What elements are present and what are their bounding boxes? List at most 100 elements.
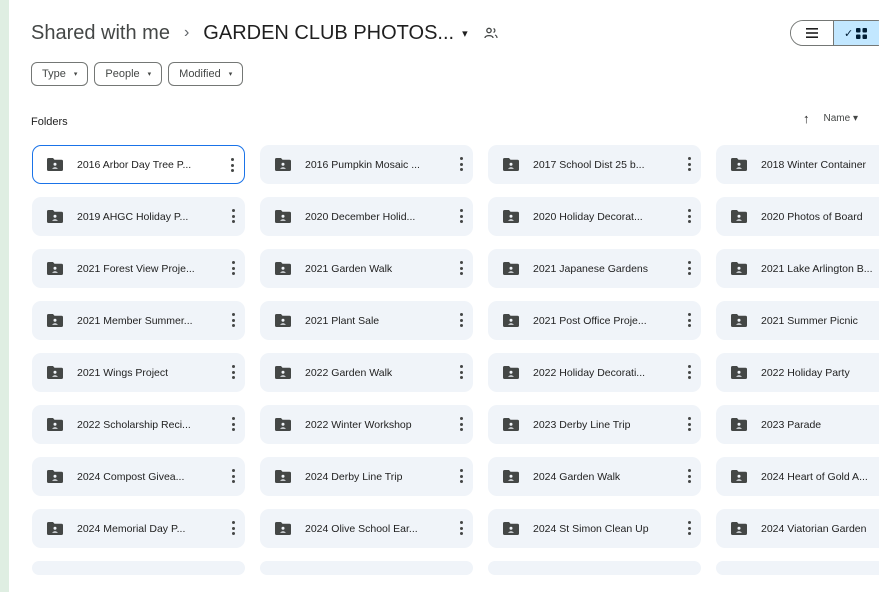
more-actions-icon[interactable]	[232, 521, 235, 535]
folder-name: 2024 Garden Walk	[533, 470, 621, 483]
folder-tile[interactable]: 2021 Japanese Gardens	[488, 249, 701, 288]
folder-tile[interactable]: 2021 Member Summer...	[32, 301, 245, 340]
folder-tile[interactable]: 2020 Photos of Board	[716, 197, 879, 236]
folder-tile[interactable]: 2020 Holiday Decorat...	[488, 197, 701, 236]
folder-tile[interactable]: 2022 Winter Workshop	[260, 405, 473, 444]
folder-tile-partial[interactable]	[488, 561, 701, 575]
more-actions-icon[interactable]	[688, 261, 691, 275]
shared-folder-icon	[275, 210, 291, 223]
more-actions-icon[interactable]	[460, 365, 463, 379]
folder-tile[interactable]: 2017 School Dist 25 b...	[488, 145, 701, 184]
folder-name: 2016 Arbor Day Tree P...	[77, 158, 192, 171]
shared-people-icon[interactable]	[483, 26, 498, 40]
folder-tile[interactable]: 2020 December Holid...	[260, 197, 473, 236]
shared-folder-icon	[731, 262, 747, 275]
people-filter-chip[interactable]: People ▾	[94, 62, 163, 86]
folder-tile[interactable]: 2024 Heart of Gold A...	[716, 457, 879, 496]
breadcrumb-shared-with-me[interactable]: Shared with me	[31, 22, 170, 45]
more-actions-icon[interactable]	[688, 521, 691, 535]
folder-tile-partial[interactable]	[32, 561, 245, 575]
folder-tile[interactable]: 2022 Holiday Party	[716, 353, 879, 392]
folder-tile-partial[interactable]	[716, 561, 879, 575]
more-actions-icon[interactable]	[460, 209, 463, 223]
folder-tile[interactable]: 2021 Forest View Proje...	[32, 249, 245, 288]
more-actions-icon[interactable]	[460, 157, 463, 171]
more-actions-icon[interactable]	[232, 469, 235, 483]
folder-tile[interactable]: 2023 Parade	[716, 405, 879, 444]
more-actions-icon[interactable]	[460, 313, 463, 327]
folder-tile-partial[interactable]	[260, 561, 473, 575]
more-actions-icon[interactable]	[460, 417, 463, 431]
folder-name: 2021 Summer Picnic	[761, 314, 858, 327]
sort-direction-arrow-icon[interactable]: ↑	[803, 111, 810, 126]
folders-section-heading: Folders	[31, 116, 68, 128]
shared-folder-icon	[47, 314, 63, 327]
shared-folder-icon	[47, 418, 63, 431]
list-view-button[interactable]	[791, 21, 834, 45]
more-actions-icon[interactable]	[688, 313, 691, 327]
more-actions-icon[interactable]	[688, 209, 691, 223]
more-actions-icon[interactable]	[232, 313, 235, 327]
folder-tile[interactable]: 2024 Derby Line Trip	[260, 457, 473, 496]
more-actions-icon[interactable]	[232, 365, 235, 379]
more-actions-icon[interactable]	[460, 521, 463, 535]
sort-label: Name	[823, 113, 851, 124]
shared-folder-icon	[503, 262, 519, 275]
more-actions-icon[interactable]	[460, 261, 463, 275]
folder-name: 2024 Viatorian Garden	[761, 522, 867, 535]
shared-folder-icon	[731, 314, 747, 327]
folder-tile[interactable]: 2021 Garden Walk	[260, 249, 473, 288]
more-actions-icon[interactable]	[688, 157, 691, 171]
more-actions-icon[interactable]	[688, 365, 691, 379]
folder-tile[interactable]: 2024 Olive School Ear...	[260, 509, 473, 548]
folder-tile[interactable]: 2024 Memorial Day P...	[32, 509, 245, 548]
folder-menu-caret-icon[interactable]: ▾	[462, 27, 468, 40]
modified-filter-chip[interactable]: Modified ▾	[168, 62, 244, 86]
folder-tile[interactable]: 2024 Garden Walk	[488, 457, 701, 496]
folder-name: 2024 Memorial Day P...	[77, 522, 186, 535]
folder-tile[interactable]: 2022 Holiday Decorati...	[488, 353, 701, 392]
more-actions-icon[interactable]	[688, 417, 691, 431]
breadcrumb-current-folder[interactable]: GARDEN CLUB PHOTOS...	[203, 22, 454, 45]
folder-name: 2017 School Dist 25 b...	[533, 158, 645, 171]
folder-tile[interactable]: 2019 AHGC Holiday P...	[32, 197, 245, 236]
folder-name: 2024 Heart of Gold A...	[761, 470, 868, 483]
people-filter-label: People	[105, 68, 140, 80]
more-actions-icon[interactable]	[688, 469, 691, 483]
more-actions-icon[interactable]	[232, 209, 235, 223]
shared-folder-icon	[731, 366, 747, 379]
folder-tile[interactable]: 2021 Lake Arlington B...	[716, 249, 879, 288]
type-filter-label: Type	[42, 68, 66, 80]
folder-tile[interactable]: 2016 Arbor Day Tree P...	[32, 145, 245, 184]
shared-folder-icon	[275, 158, 291, 171]
shared-folder-icon	[731, 418, 747, 431]
shared-folder-icon	[503, 210, 519, 223]
folder-tile[interactable]: 2021 Post Office Proje...	[488, 301, 701, 340]
folder-tile[interactable]: 2021 Wings Project	[32, 353, 245, 392]
folder-tile[interactable]: 2022 Garden Walk	[260, 353, 473, 392]
more-actions-icon[interactable]	[232, 261, 235, 275]
shared-folder-icon	[275, 314, 291, 327]
grid-view-button[interactable]: ✓	[834, 21, 879, 45]
shared-folder-icon	[731, 522, 747, 535]
shared-folder-icon	[47, 366, 63, 379]
folder-tile[interactable]: 2016 Pumpkin Mosaic ...	[260, 145, 473, 184]
folder-tile[interactable]: 2018 Winter Container	[716, 145, 879, 184]
more-actions-icon[interactable]	[460, 469, 463, 483]
folder-tile[interactable]: 2023 Derby Line Trip	[488, 405, 701, 444]
more-actions-icon[interactable]	[231, 158, 234, 172]
more-actions-icon[interactable]	[232, 417, 235, 431]
shared-folder-icon	[275, 418, 291, 431]
folder-name: 2018 Winter Container	[761, 158, 867, 171]
breadcrumb: Shared with me › GARDEN CLUB PHOTOS... ▾	[31, 18, 498, 48]
sort-by-name-button[interactable]: Name ▾	[824, 113, 859, 124]
folder-tile[interactable]: 2022 Scholarship Reci...	[32, 405, 245, 444]
folder-tile[interactable]: 2021 Summer Picnic	[716, 301, 879, 340]
type-filter-chip[interactable]: Type ▾	[31, 62, 89, 86]
folder-tile[interactable]: 2024 Compost Givea...	[32, 457, 245, 496]
folder-tile[interactable]: 2024 Viatorian Garden	[716, 509, 879, 548]
folder-tile[interactable]: 2021 Plant Sale	[260, 301, 473, 340]
chevron-down-icon: ▾	[852, 113, 858, 124]
folder-name: 2023 Derby Line Trip	[533, 418, 631, 431]
folder-tile[interactable]: 2024 St Simon Clean Up	[488, 509, 701, 548]
